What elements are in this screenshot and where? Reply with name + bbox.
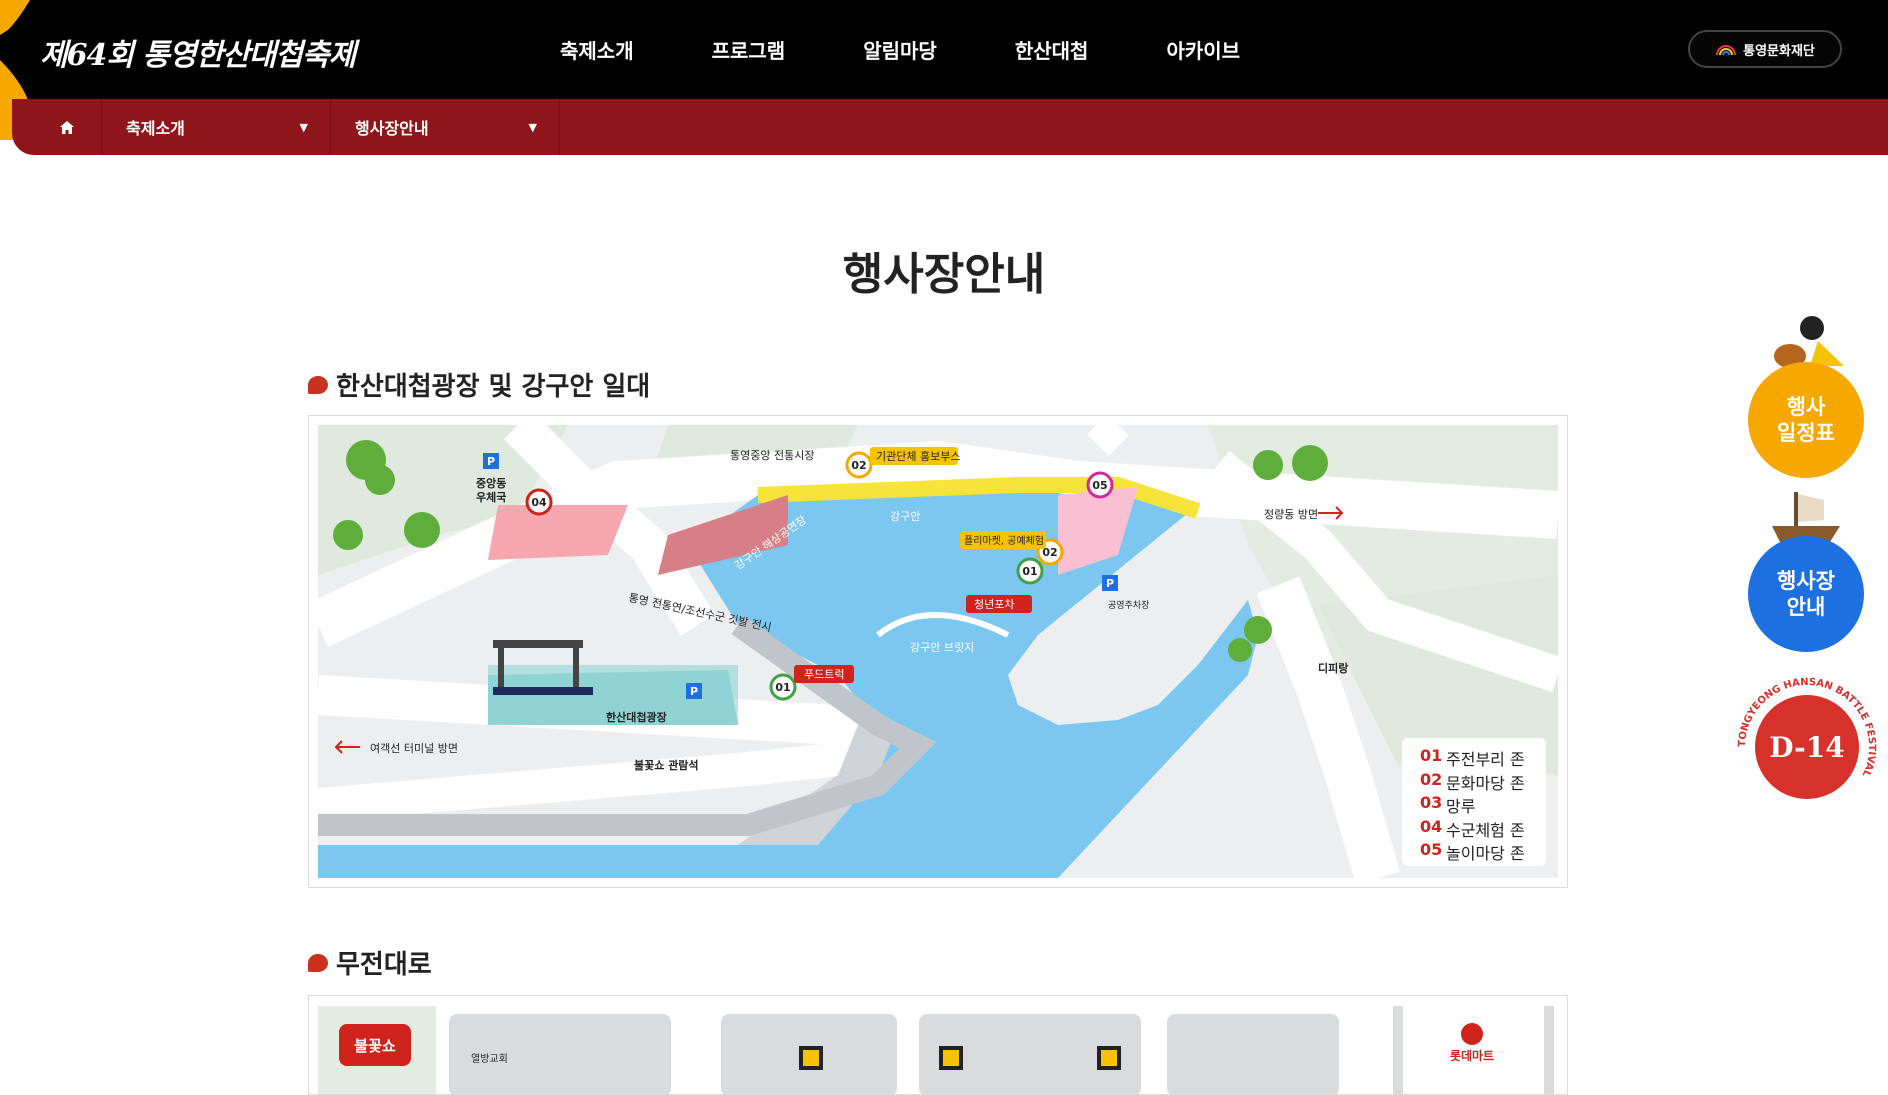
venue-map: 04 02 05 02 01 01 통영중앙 전통시장 기관단체 홍보부스 강구… [318, 425, 1558, 878]
foundation-link-button[interactable]: 통영문화재단 [1688, 30, 1842, 68]
schedule-label-2: 일정표 [1777, 420, 1835, 445]
speech-bullet-icon [308, 375, 328, 394]
label-post-office-1: 중앙동 [476, 477, 506, 490]
breadcrumb-label-1: 축제소개 [126, 119, 185, 138]
guide-label-2: 안내 [1786, 594, 1826, 619]
label-church: 열방교회 [471, 1053, 508, 1065]
fireworks-badge: 불꽃쇼 [354, 1037, 396, 1055]
label-lotte: 롯데마트 [1450, 1048, 1494, 1063]
parking-sign-1: P [487, 455, 495, 468]
schedule-label-1: 행사 [1786, 394, 1826, 419]
speech-bullet-icon [308, 953, 328, 972]
legend-item: 02 문화마당 존 [1420, 769, 1525, 793]
section-title-plaza: 한산대첩광장 및 강구안 일대 [308, 366, 650, 403]
foundation-label: 통영문화재단 [1743, 43, 1815, 59]
legend-item: 04 수군체험 존 [1420, 816, 1525, 840]
label-promo-booth: 기관단체 홍보부스 [876, 449, 960, 463]
nav-item-program[interactable]: 프로그램 [712, 35, 786, 64]
dday-badge[interactable]: TONGYEONG HANSAN BATTLE FESTIVAL D-14 [1732, 672, 1882, 822]
festival-logo[interactable]: 제64회 통영한산대첩축제 [40, 30, 356, 74]
label-market: 통영중앙 전통시장 [730, 449, 814, 462]
label-flea-market: 플리마켓, 공예체험 [964, 535, 1044, 547]
parking-sign-2: P [1106, 577, 1114, 590]
marker-01-left: 01 [775, 681, 790, 694]
venue-guide-quick-button[interactable]: 행사장 안내 [1748, 536, 1864, 652]
label-plaza: 한산대첩광장 [606, 710, 667, 724]
section-title-mujeon: 무전대로 [308, 944, 432, 981]
label-gangguan: 강구안 [890, 510, 920, 523]
main-nav: 축제소개 프로그램 알림마당 한산대첩 아카이브 [560, 0, 1318, 99]
guide-label-1: 행사장 [1777, 568, 1835, 593]
label-dpirang: 디피랑 [1318, 661, 1348, 675]
marker-02-top: 02 [851, 459, 866, 472]
label-fireworks-seats: 불꽃쇼 관람석 [634, 758, 699, 772]
venue-map-frame: 04 02 05 02 01 01 통영중앙 전통시장 기관단체 홍보부스 강구… [308, 415, 1568, 888]
site-header: 제64회 통영한산대첩축제 축제소개 프로그램 알림마당 한산대첩 아카이브 통… [0, 0, 1888, 140]
breadcrumb-dropdown-2[interactable]: 행사장안내 ▼ [331, 99, 560, 155]
legend-item: 05 놀이마당 존 [1420, 840, 1525, 863]
label-parking-name: 공영주차장 [1108, 599, 1149, 611]
label-food-truck: 푸드트럭 [804, 668, 844, 681]
nav-item-notice[interactable]: 알림마당 [863, 35, 937, 64]
parking-sign-3: P [690, 685, 698, 698]
marker-05: 05 [1092, 479, 1107, 492]
marker-04: 04 [531, 496, 547, 509]
legend-item: 03 망루 [1420, 793, 1476, 816]
map-legend: 01 주전부리 존 02 문화마당 존 03 망루 04 수군체험 존 05 놀이마당 존 [1402, 738, 1546, 866]
schedule-quick-button[interactable]: 행사 일정표 [1748, 362, 1864, 478]
dday-text: D-14 [1769, 731, 1844, 764]
breadcrumb-label-2: 행사장안내 [355, 119, 429, 138]
nav-item-intro[interactable]: 축제소개 [560, 35, 634, 64]
sub-nav: 축제소개 ▼ 행사장안내 ▼ [12, 99, 1888, 155]
caret-down-icon: ▼ [528, 120, 537, 134]
label-terminal: 여객선 터미널 방면 [370, 742, 458, 755]
label-bridge: 강구안 브릿지 [910, 641, 974, 654]
home-button[interactable] [32, 99, 102, 155]
label-jeongryang: 정량동 방면 [1264, 508, 1318, 521]
breadcrumb-dropdown-1[interactable]: 축제소개 ▼ [102, 99, 331, 155]
page-title: 행사장안내 [842, 249, 1046, 300]
mujeon-map-frame: 불꽃쇼 열방교회 롯데마트 [308, 995, 1568, 1095]
section-title-text: 무전대로 [336, 950, 432, 980]
foundation-logo-icon [1716, 45, 1737, 55]
marker-01-right: 01 [1022, 565, 1037, 578]
mujeon-map: 불꽃쇼 열방교회 롯데마트 [318, 1006, 1554, 1094]
nav-item-archive[interactable]: 아카이브 [1166, 35, 1240, 64]
section-title-text: 한산대첩광장 및 강구안 일대 [336, 372, 651, 402]
label-post-office-2: 우체국 [476, 490, 506, 504]
caret-down-icon: ▼ [299, 120, 308, 134]
nav-item-hansan[interactable]: 한산대첩 [1015, 35, 1089, 64]
label-youth: 청년포차 [974, 598, 1014, 611]
legend-item: 01 주전부리 존 [1420, 746, 1525, 769]
home-icon [59, 120, 74, 134]
